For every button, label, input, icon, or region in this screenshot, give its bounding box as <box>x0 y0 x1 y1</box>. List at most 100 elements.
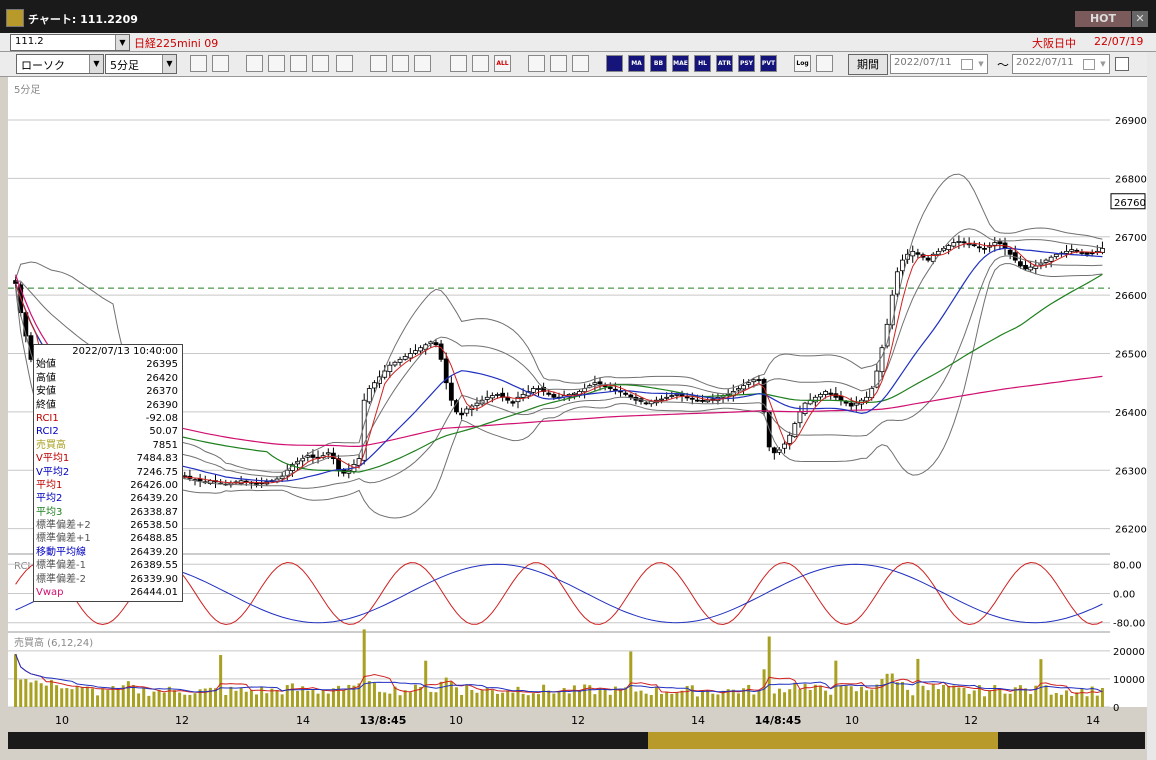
volume-bar <box>947 685 951 707</box>
volume-bar <box>967 693 971 707</box>
hot-button[interactable]: HOT <box>1075 11 1131 27</box>
range-checkbox[interactable] <box>1115 57 1129 71</box>
candle-body <box>23 312 29 337</box>
candle-body <box>843 401 849 404</box>
volume-bar <box>747 684 751 707</box>
volume-bar <box>757 690 761 707</box>
volume-bar <box>434 692 438 707</box>
price-tick-label: 26900 <box>1115 116 1147 127</box>
candle-icon[interactable] <box>450 55 467 72</box>
volume-bar <box>736 693 740 707</box>
date-to-picker[interactable]: 2022/07/11 ▼ <box>1012 54 1110 74</box>
colors-icon[interactable] <box>572 55 589 72</box>
volume-bar <box>34 680 38 707</box>
chevron-down-icon[interactable]: ▼ <box>162 55 176 73</box>
zoom-icon[interactable] <box>190 55 207 72</box>
volume-bar <box>1049 694 1053 707</box>
candle-body <box>756 379 762 381</box>
pvt-icon[interactable]: PVT <box>760 55 777 72</box>
arrow-icon[interactable] <box>414 55 431 72</box>
pointer-icon[interactable] <box>392 55 409 72</box>
rule-icon[interactable] <box>336 55 353 72</box>
date-from-picker[interactable]: 2022/07/11 ▼ <box>890 54 988 74</box>
symbol-code-select[interactable]: 111.2 ▼ <box>10 34 130 51</box>
chart-type-select[interactable]: ローソク ▼ <box>16 54 104 74</box>
volume-bar <box>952 685 956 707</box>
log-icon[interactable]: Log <box>794 55 811 72</box>
right-scroll-strip[interactable] <box>1147 52 1156 760</box>
candle-body <box>1069 249 1075 252</box>
chevron-down-icon[interactable]: ▼ <box>1097 55 1109 73</box>
price-tick-label: 26400 <box>1115 408 1147 419</box>
calendar-icon[interactable] <box>1083 59 1095 70</box>
compare-icon[interactable] <box>472 55 489 72</box>
volume-bar <box>849 686 853 707</box>
info-value: 26338.87 <box>130 506 178 518</box>
candle-body <box>669 395 675 397</box>
volume-bar <box>1024 688 1028 707</box>
volume-bar <box>1090 686 1094 707</box>
info-value: 26389.55 <box>130 560 178 572</box>
draw-icon[interactable] <box>370 55 387 72</box>
candle-body <box>838 395 844 401</box>
info-value: 7484.83 <box>136 453 178 465</box>
rci-tick-label: -80.00 <box>1113 619 1145 630</box>
rci-panel-label: RCI <box>14 561 30 572</box>
candle-body <box>310 454 316 458</box>
symbol-name: 日経225mini 09 <box>134 37 219 50</box>
info-label: 平均1 <box>36 479 63 491</box>
ichimoku-icon[interactable] <box>606 55 623 72</box>
x-tick-label: 10 <box>449 714 463 727</box>
volume-bar <box>147 695 151 707</box>
period-button[interactable]: 期間 <box>848 54 888 75</box>
info-value: 26538.50 <box>130 520 178 532</box>
psy-icon[interactable]: PSY <box>738 55 755 72</box>
chevron-down-icon[interactable]: ▼ <box>115 35 129 50</box>
info-label: 安値 <box>36 386 56 398</box>
settings-icon[interactable] <box>528 55 545 72</box>
volume-bar <box>972 690 976 707</box>
candle-body <box>387 364 393 372</box>
bars-icon[interactable] <box>290 55 307 72</box>
volume-bar <box>501 692 505 707</box>
volume-bar <box>408 692 412 707</box>
volume-bar <box>649 695 653 707</box>
export-icon[interactable] <box>816 55 833 72</box>
volume-bar <box>131 685 135 707</box>
mae-icon[interactable]: MAE <box>672 55 689 72</box>
candles-icon[interactable] <box>312 55 329 72</box>
candle-body <box>597 381 603 385</box>
ma-icon[interactable]: MA <box>628 55 645 72</box>
candle-body <box>1023 264 1028 270</box>
volume-bar <box>695 696 699 707</box>
volume-bar <box>372 682 376 707</box>
interval-select[interactable]: 5分足 ▼ <box>105 54 177 74</box>
all-icon[interactable]: ALL <box>494 55 511 72</box>
search-icon[interactable] <box>268 55 285 72</box>
candle-body <box>397 358 403 363</box>
crosshair-icon[interactable] <box>212 55 229 72</box>
chevron-down-icon[interactable]: ▼ <box>89 55 103 73</box>
bb-icon[interactable]: BB <box>650 55 667 72</box>
volume-bar <box>711 693 715 707</box>
volume-bar <box>731 689 735 707</box>
candle-body <box>433 342 439 346</box>
hl-icon[interactable]: HL <box>694 55 711 72</box>
x-tick-label: 14/8:45 <box>755 714 802 727</box>
info-label: RCI1 <box>36 412 59 424</box>
chevron-down-icon[interactable]: ▼ <box>975 55 987 73</box>
volume-bar <box>265 693 269 707</box>
volume-bar <box>255 694 259 707</box>
volume-bar <box>998 689 1002 707</box>
tools-icon[interactable] <box>550 55 567 72</box>
atr-icon[interactable]: ATR <box>716 55 733 72</box>
down-icon[interactable] <box>246 55 263 72</box>
close-icon[interactable]: ✕ <box>1132 11 1148 27</box>
candle-body <box>797 411 803 424</box>
interval-value: 5分足 <box>110 59 139 72</box>
volume-bar <box>439 681 443 707</box>
calendar-icon[interactable] <box>961 59 973 70</box>
volume-bar <box>542 684 546 707</box>
last-price-label: 26760 <box>1114 198 1146 209</box>
info-row: 標準偏差+1 26488.85 <box>34 532 182 545</box>
